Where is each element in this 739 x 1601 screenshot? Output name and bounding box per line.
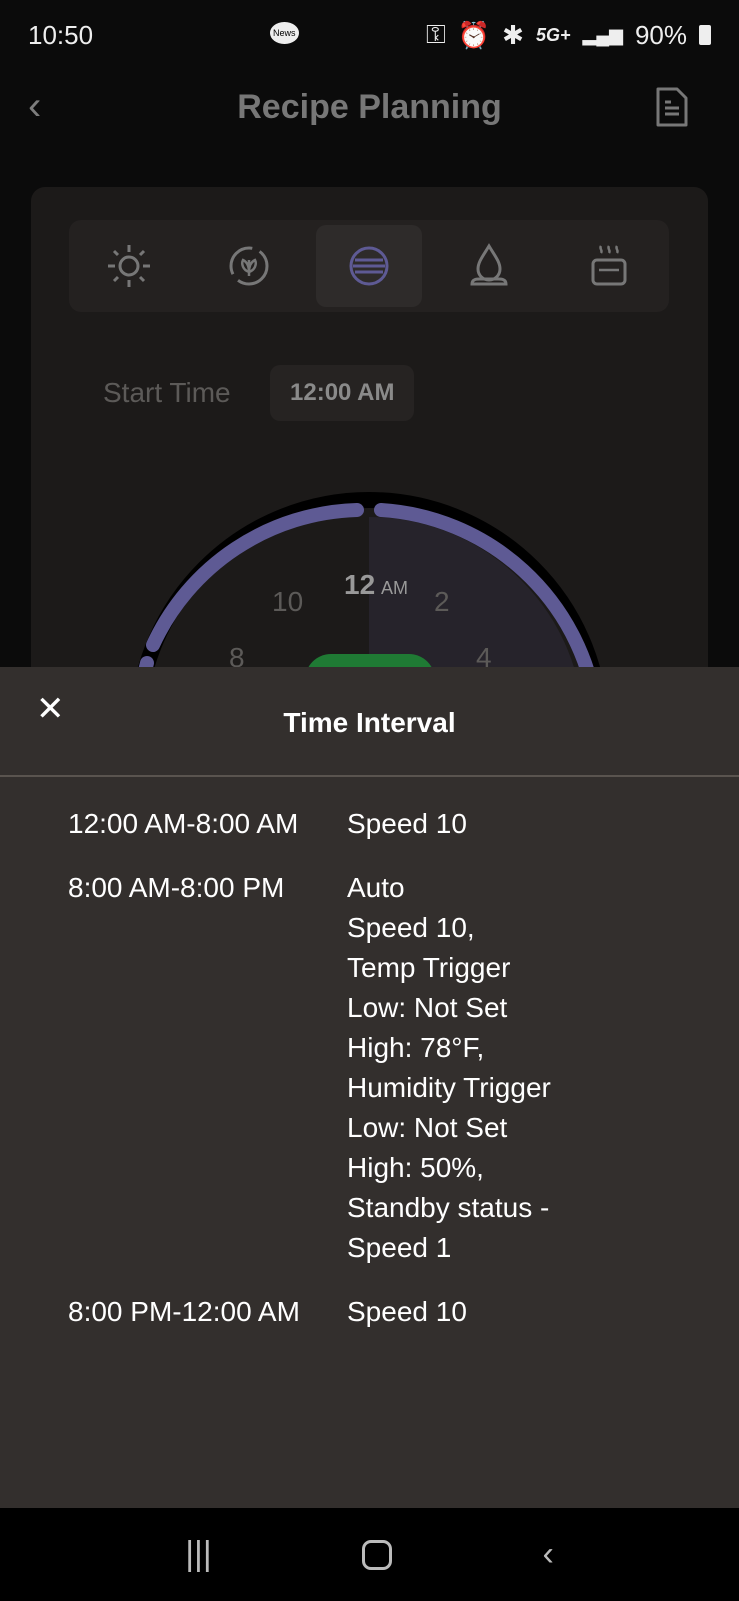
divider [0, 775, 739, 777]
time-interval-sheet: ✕ Time Interval 12:00 AM-8:00 AM Speed 10… [0, 667, 739, 1508]
interval-row: 8:00 PM-12:00 AM Speed 10 [68, 1292, 719, 1332]
interval-time: 12:00 AM-8:00 AM [68, 808, 299, 839]
system-back-button[interactable]: ‹ [542, 1535, 553, 1574]
interval-detail: Speed 10 [347, 808, 467, 839]
interval-time: 8:00 AM-8:00 PM [68, 872, 285, 903]
interval-row: 8:00 AM-8:00 PM Auto Speed 10, Temp Trigg… [68, 868, 719, 1268]
sheet-title: Time Interval [283, 707, 456, 738]
system-nav-bar: ||| ‹ [0, 1508, 739, 1601]
clock-label-am: AM [381, 578, 408, 598]
news-icon: News [270, 22, 299, 44]
interval-list: 12:00 AM-8:00 AM Speed 10 8:00 AM-8:00 PM… [68, 804, 719, 1356]
document-icon[interactable] [655, 86, 689, 128]
clock-label-12: 12 [344, 569, 375, 600]
key-icon: ⚿ [426, 19, 446, 49]
interval-time: 8:00 PM-12:00 AM [68, 1296, 300, 1327]
battery-icon [699, 25, 711, 45]
clock-time: 10:50 [28, 19, 94, 50]
alarm-icon: ⏰ [457, 19, 491, 50]
page-title: Recipe Planning [237, 88, 502, 126]
bluetooth-icon: ✱ [502, 19, 524, 50]
interval-row: 12:00 AM-8:00 AM Speed 10 [68, 804, 719, 844]
network-type: 5G+ [535, 24, 571, 45]
battery-level: 90% [634, 19, 687, 50]
clock-label-10: 10 [272, 586, 303, 617]
recent-apps-button[interactable]: ||| [185, 1535, 212, 1574]
signal-icon: ▂▄▆ [582, 24, 623, 45]
top-bar: ‹ Recipe Planning [0, 70, 739, 140]
interval-arc[interactable] [146, 503, 364, 652]
interval-detail: Speed 10 [347, 1296, 467, 1327]
interval-detail: Auto Speed 10, Temp Trigger Low: Not Set… [347, 872, 551, 1263]
clock-label-2: 2 [434, 586, 450, 617]
status-bar: 10:50 News ⚿ ⏰ ✱ 5G+ ▂▄▆ 90% [0, 0, 739, 70]
home-button[interactable] [362, 1539, 393, 1570]
